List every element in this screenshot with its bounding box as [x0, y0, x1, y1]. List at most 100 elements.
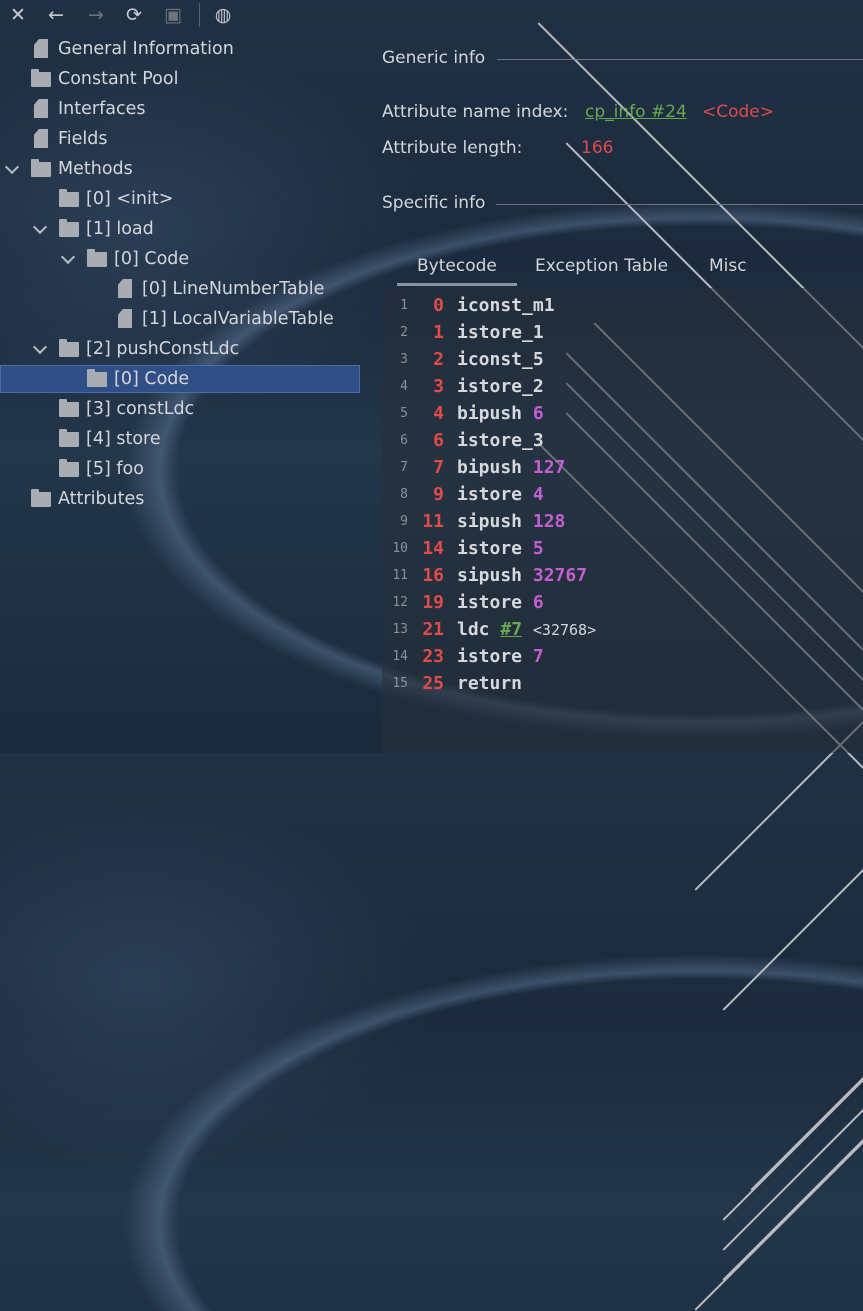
- constant-value-comment: <32768>: [532, 621, 597, 639]
- constant-pool-link[interactable]: #7: [500, 619, 522, 640]
- detail-panel: Generic info Attribute name index: cp_in…: [362, 30, 863, 753]
- tree-node[interactable]: Attributes: [0, 442, 863, 1311]
- bytecode-offset: 16: [422, 565, 444, 586]
- opcode: istore_2: [457, 376, 544, 397]
- bytecode-line: 8 9 istore 4: [382, 481, 863, 508]
- chevron-down-icon[interactable]: [4, 154, 20, 184]
- opcode: istore_3: [457, 430, 544, 451]
- folder-icon: [59, 459, 79, 477]
- close-icon[interactable]: ✕: [5, 2, 31, 28]
- opcode: iconst_m1: [457, 295, 555, 316]
- opcode: istore: [457, 484, 523, 505]
- operand: 6: [532, 403, 544, 424]
- operand: 6: [532, 592, 544, 613]
- operand: 127: [532, 457, 566, 478]
- operand: 7: [532, 646, 544, 667]
- folder-icon: [59, 429, 79, 447]
- tree-node[interactable]: Constant Pool: [0, 22, 863, 891]
- tree-node-label: Methods: [58, 159, 133, 179]
- file-icon: [34, 39, 48, 58]
- folder-icon: [59, 399, 79, 417]
- bytecode-instruction: istore_1: [457, 319, 544, 346]
- tab-exception-table[interactable]: Exception Table: [535, 256, 668, 276]
- bytecode-line: 3 2 iconst_5: [382, 346, 863, 373]
- file-icon: [34, 99, 48, 118]
- tree-node[interactable]: General Information: [0, 34, 360, 64]
- bytecode-instruction: sipush 32767: [457, 562, 587, 589]
- specific-info-divider: [496, 204, 863, 205]
- attribute-length-value: 166: [581, 138, 614, 158]
- tree-node-label: [0] Code: [114, 369, 190, 389]
- bytecode-instruction: istore 6: [457, 589, 544, 616]
- opcode: bipush: [457, 403, 523, 424]
- bytecode-instruction: sipush 128: [457, 508, 565, 535]
- folder-icon: [87, 369, 107, 387]
- bytecode-offset: 19: [422, 592, 444, 613]
- tree-node[interactable]: [0] Code: [0, 244, 360, 274]
- bytecode-line: 2 1 istore_1: [382, 319, 863, 346]
- bytecode-instruction: istore 5: [457, 535, 544, 562]
- toolbar: ✕ ← → ⟳ ▣ ◍: [0, 0, 863, 30]
- chevron-right-icon[interactable]: [4, 22, 863, 891]
- bytecode-instruction: return: [457, 670, 522, 697]
- tree-node[interactable]: Fields: [0, 124, 360, 154]
- bytecode-line: 7 7 bipush 127: [382, 454, 863, 481]
- chevron-right-icon[interactable]: [32, 142, 863, 1011]
- tree-node[interactable]: [3] constLdc: [0, 352, 863, 1221]
- tree-node-label: [2] pushConstLdc: [86, 339, 240, 359]
- opcode: istore_1: [457, 322, 544, 343]
- operand: 5: [532, 538, 544, 559]
- bytecode-listing[interactable]: 1 0 iconst_m1 2 1 istore_1 3 2 iconst_5 4 3 istore_…: [382, 288, 863, 753]
- bytecode-offset: 9: [433, 484, 444, 505]
- globe-icon[interactable]: ◍: [210, 2, 236, 28]
- toolbar-separator: [199, 3, 200, 27]
- file-icon: [34, 129, 48, 148]
- forward-arrow-icon[interactable]: →: [83, 2, 109, 28]
- tree-node[interactable]: [5] foo: [0, 412, 863, 1281]
- save-icon[interactable]: ▣: [160, 2, 186, 28]
- bytecode-instruction: ldc #7 <32768>: [457, 616, 596, 644]
- folder-icon: [31, 69, 51, 87]
- tree-node[interactable]: [1] LocalVariableTable: [0, 304, 360, 334]
- opcode: return: [457, 673, 523, 694]
- tree-node-label: Attributes: [58, 489, 145, 509]
- refresh-icon[interactable]: ⟳: [121, 2, 147, 28]
- chevron-right-icon[interactable]: [32, 382, 863, 1251]
- bytecode-line: 6 6 istore_3: [382, 427, 863, 454]
- generic-info-divider: [497, 59, 863, 60]
- tree-node[interactable]: [0] <init>: [0, 142, 863, 1011]
- opcode: bipush: [457, 457, 523, 478]
- cp-info-link[interactable]: cp_info #24: [585, 102, 687, 122]
- back-arrow-icon[interactable]: ←: [43, 2, 69, 28]
- bytecode-offset: 21: [422, 619, 444, 640]
- tab-bytecode[interactable]: Bytecode: [417, 256, 497, 276]
- chevron-right-icon[interactable]: [60, 322, 863, 1191]
- file-icon: [118, 279, 132, 298]
- folder-icon: [87, 249, 107, 267]
- chevron-right-icon[interactable]: [32, 412, 863, 1281]
- chevron-right-icon[interactable]: [32, 352, 863, 1221]
- opcode: istore: [457, 646, 523, 667]
- tree-node[interactable]: [1] load: [0, 214, 360, 244]
- chevron-down-icon[interactable]: [32, 214, 48, 244]
- bytecode-offset: 0: [433, 295, 444, 316]
- tab-misc[interactable]: Misc: [709, 256, 747, 276]
- bytecode-offset: 25: [422, 673, 444, 694]
- bytecode-offset: 14: [422, 538, 444, 559]
- tree-node[interactable]: Methods: [0, 154, 360, 184]
- bytecode-offset: 7: [433, 457, 444, 478]
- folder-icon: [31, 489, 51, 507]
- tree-node[interactable]: [4] store: [0, 382, 863, 1251]
- operand: 128: [532, 511, 566, 532]
- tree-node[interactable]: [0] Code: [0, 322, 863, 1191]
- file-icon: [118, 309, 132, 328]
- tree-node[interactable]: [0] LineNumberTable: [0, 274, 360, 304]
- chevron-down-icon[interactable]: [32, 334, 48, 364]
- tree-node[interactable]: [2] pushConstLdc: [0, 334, 360, 364]
- attribute-name-value: <Code>: [702, 102, 775, 122]
- tree-node[interactable]: Interfaces: [0, 94, 360, 124]
- chevron-right-icon[interactable]: [4, 442, 863, 1311]
- chevron-down-icon[interactable]: [60, 244, 76, 274]
- tree-node-label: Constant Pool: [58, 69, 179, 89]
- tree-node-label: [1] load: [86, 219, 154, 239]
